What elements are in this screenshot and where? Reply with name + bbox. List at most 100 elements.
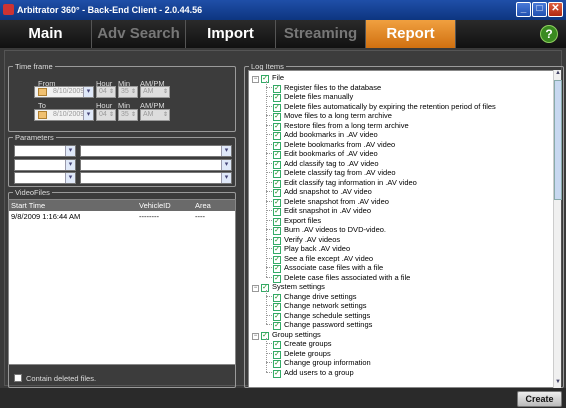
parameter-value-1[interactable]: ▾	[80, 145, 232, 157]
log-item[interactable]: ✓ Move files to a long term archive	[273, 111, 392, 121]
log-item[interactable]: ✓ Add classify tag to .AV video	[273, 159, 379, 169]
contain-deleted-checkbox[interactable]: Contain deleted files.	[14, 374, 96, 383]
log-item-label: Play back .AV video	[284, 244, 351, 253]
log-item[interactable]: ✓ Delete files manually	[273, 92, 354, 102]
checkbox-checked-icon[interactable]: ✓	[273, 369, 281, 378]
log-items-tree[interactable]: − ✓ File ✓ Register files to the database ✓ De…	[248, 70, 560, 388]
log-item[interactable]: ✓ Edit classify tag information in .AV vi…	[273, 178, 417, 188]
log-item-label: Add bookmarks in .AV video	[284, 130, 378, 139]
log-item[interactable]: ✓ Delete case files associated with a fil…	[273, 272, 411, 283]
log-group[interactable]: − ✓ File	[252, 73, 284, 83]
column-vehicle-id[interactable]: VehicleID	[139, 201, 171, 210]
log-item[interactable]: ✓ Delete bookmarks from .AV video	[273, 140, 395, 150]
log-item[interactable]: ✓ Burn .AV videos to DVD-video.	[273, 225, 386, 235]
log-item[interactable]: ✓ Verify .AV videos	[273, 235, 340, 245]
log-item[interactable]: ✓ Delete snapshot from .AV video	[273, 197, 389, 207]
scroll-thumb[interactable]	[554, 80, 562, 200]
log-item[interactable]: ✓ Edit bookmarks of .AV video	[273, 149, 378, 159]
tab-streaming[interactable]: Streaming	[276, 20, 366, 48]
from-hour-spinner[interactable]: 04 ⇕	[96, 86, 116, 98]
log-group[interactable]: − ✓ System settings	[252, 282, 325, 292]
log-item[interactable]: ✓ Change network settings	[273, 301, 367, 311]
log-item-label: Delete case files associated with a file	[284, 272, 411, 282]
log-item[interactable]: ✓ Export files	[273, 216, 321, 226]
log-item[interactable]: ✓ Delete classify tag from .AV video	[273, 168, 396, 178]
collapse-icon[interactable]: −	[252, 76, 259, 83]
column-start-time[interactable]: Start Time	[11, 201, 45, 210]
parameter-field-3[interactable]: ▾	[14, 172, 76, 184]
log-item[interactable]: ✓ Play back .AV video	[273, 244, 351, 254]
video-files-table[interactable]: Start Time VehicleID Area 9/8/2009 1:16:…	[8, 199, 236, 365]
app-icon	[3, 4, 14, 15]
table-row[interactable]: 9/8/2009 1:16:44 AM -------- ----	[9, 211, 235, 221]
parameter-field-2[interactable]: ▾	[14, 159, 76, 171]
chevron-down-icon[interactable]: ▾	[221, 160, 231, 170]
minimize-button[interactable]: _	[516, 2, 531, 17]
log-item[interactable]: ✓ Associate case files with a file	[273, 263, 383, 273]
to-min-spinner[interactable]: 35 ⇕	[118, 109, 138, 121]
parameter-value-2[interactable]: ▾	[80, 159, 232, 171]
parameter-value-3[interactable]: ▾	[80, 172, 232, 184]
maximize-button[interactable]: □	[532, 2, 547, 17]
tree-connector	[266, 81, 267, 277]
parameter-field-1[interactable]: ▾	[14, 145, 76, 157]
tree-connector	[266, 276, 272, 278]
log-item[interactable]: ✓ Edit snapshot in .AV video	[273, 206, 371, 216]
create-button[interactable]: Create	[517, 391, 562, 407]
table-header: Start Time VehicleID Area	[9, 200, 235, 211]
checkbox-checked-icon[interactable]: ✓	[261, 331, 269, 340]
chevron-down-icon[interactable]: ▾	[221, 173, 231, 183]
from-ampm-spinner[interactable]: AM ⇕	[140, 86, 170, 98]
video-files-legend: VideoFiles	[15, 188, 50, 197]
checkbox-checked-icon[interactable]: ✓	[261, 75, 269, 83]
log-item[interactable]: ✓ Change group information	[273, 358, 371, 368]
to-hour-spinner[interactable]: 04 ⇕	[96, 109, 116, 121]
log-item[interactable]: ✓ Change schedule settings	[273, 311, 370, 321]
scroll-down-icon[interactable]: ▼	[554, 379, 562, 388]
log-item[interactable]: ✓ Change password settings	[273, 320, 372, 330]
title-bar: Arbitrator 360° - Back-End Client - 2.0.…	[0, 0, 566, 20]
checkbox-checked-icon[interactable]: ✓	[261, 284, 269, 292]
log-item-label: Change group information	[284, 358, 371, 367]
tab-adv-search[interactable]: Adv Search	[92, 20, 186, 48]
log-group-label: System settings	[272, 282, 325, 291]
chevron-down-icon[interactable]: ▾	[65, 160, 75, 170]
tab-main[interactable]: Main	[0, 20, 92, 48]
to-ampm-value: AM	[143, 111, 154, 118]
checkbox-box[interactable]	[14, 374, 22, 382]
to-ampm-spinner[interactable]: AM ⇕	[140, 109, 170, 121]
help-button[interactable]: ?	[540, 25, 558, 43]
column-area[interactable]: Area	[195, 201, 211, 210]
log-item[interactable]: ✓ Delete groups	[273, 349, 331, 359]
log-item[interactable]: ✓ Delete files automatically by expiring …	[273, 102, 496, 112]
log-item[interactable]: ✓ Register files to the database	[273, 83, 381, 93]
from-date-picker[interactable]: 8/10/2009 ▾	[34, 86, 94, 98]
tab-report[interactable]: Report	[366, 20, 456, 48]
chevron-down-icon[interactable]: ▾	[65, 173, 75, 183]
log-item-label: See a file except .AV video	[284, 253, 374, 263]
chevron-down-icon[interactable]: ▾	[83, 87, 93, 97]
tab-import[interactable]: Import	[186, 20, 276, 48]
chevron-down-icon[interactable]: ▾	[221, 146, 231, 156]
scroll-up-icon[interactable]: ▲	[554, 70, 562, 79]
log-item[interactable]: ✓ Add snapshot to .AV video	[273, 187, 372, 197]
log-item[interactable]: ✓ Restore files from a long term archive	[273, 121, 409, 131]
log-item[interactable]: ✓ Add bookmarks in .AV video	[273, 130, 378, 140]
log-item[interactable]: ✓ See a file except .AV video	[273, 253, 374, 264]
chevron-down-icon[interactable]: ▾	[83, 110, 93, 120]
log-item-label: Delete files manually	[284, 92, 354, 101]
collapse-icon[interactable]: −	[252, 332, 259, 340]
from-ampm-value: AM	[143, 88, 154, 95]
log-item[interactable]: ✓ Add users to a group	[273, 367, 354, 378]
parameters-legend: Parameters	[15, 133, 54, 142]
from-min-spinner[interactable]: 35 ⇕	[118, 86, 138, 98]
log-item[interactable]: ✓ Create groups	[273, 339, 332, 349]
log-item[interactable]: ✓ Change drive settings	[273, 292, 357, 302]
chevron-down-icon[interactable]: ▾	[65, 146, 75, 156]
log-items-scrollbar[interactable]: ▲ ▼	[553, 70, 562, 388]
collapse-icon[interactable]: −	[252, 285, 259, 292]
close-button[interactable]: ✕	[548, 2, 563, 17]
log-group[interactable]: − ✓ Group settings	[252, 330, 321, 340]
to-date-picker[interactable]: 8/10/2009 ▾	[34, 109, 94, 121]
log-item-label: Add users to a group	[284, 367, 354, 377]
